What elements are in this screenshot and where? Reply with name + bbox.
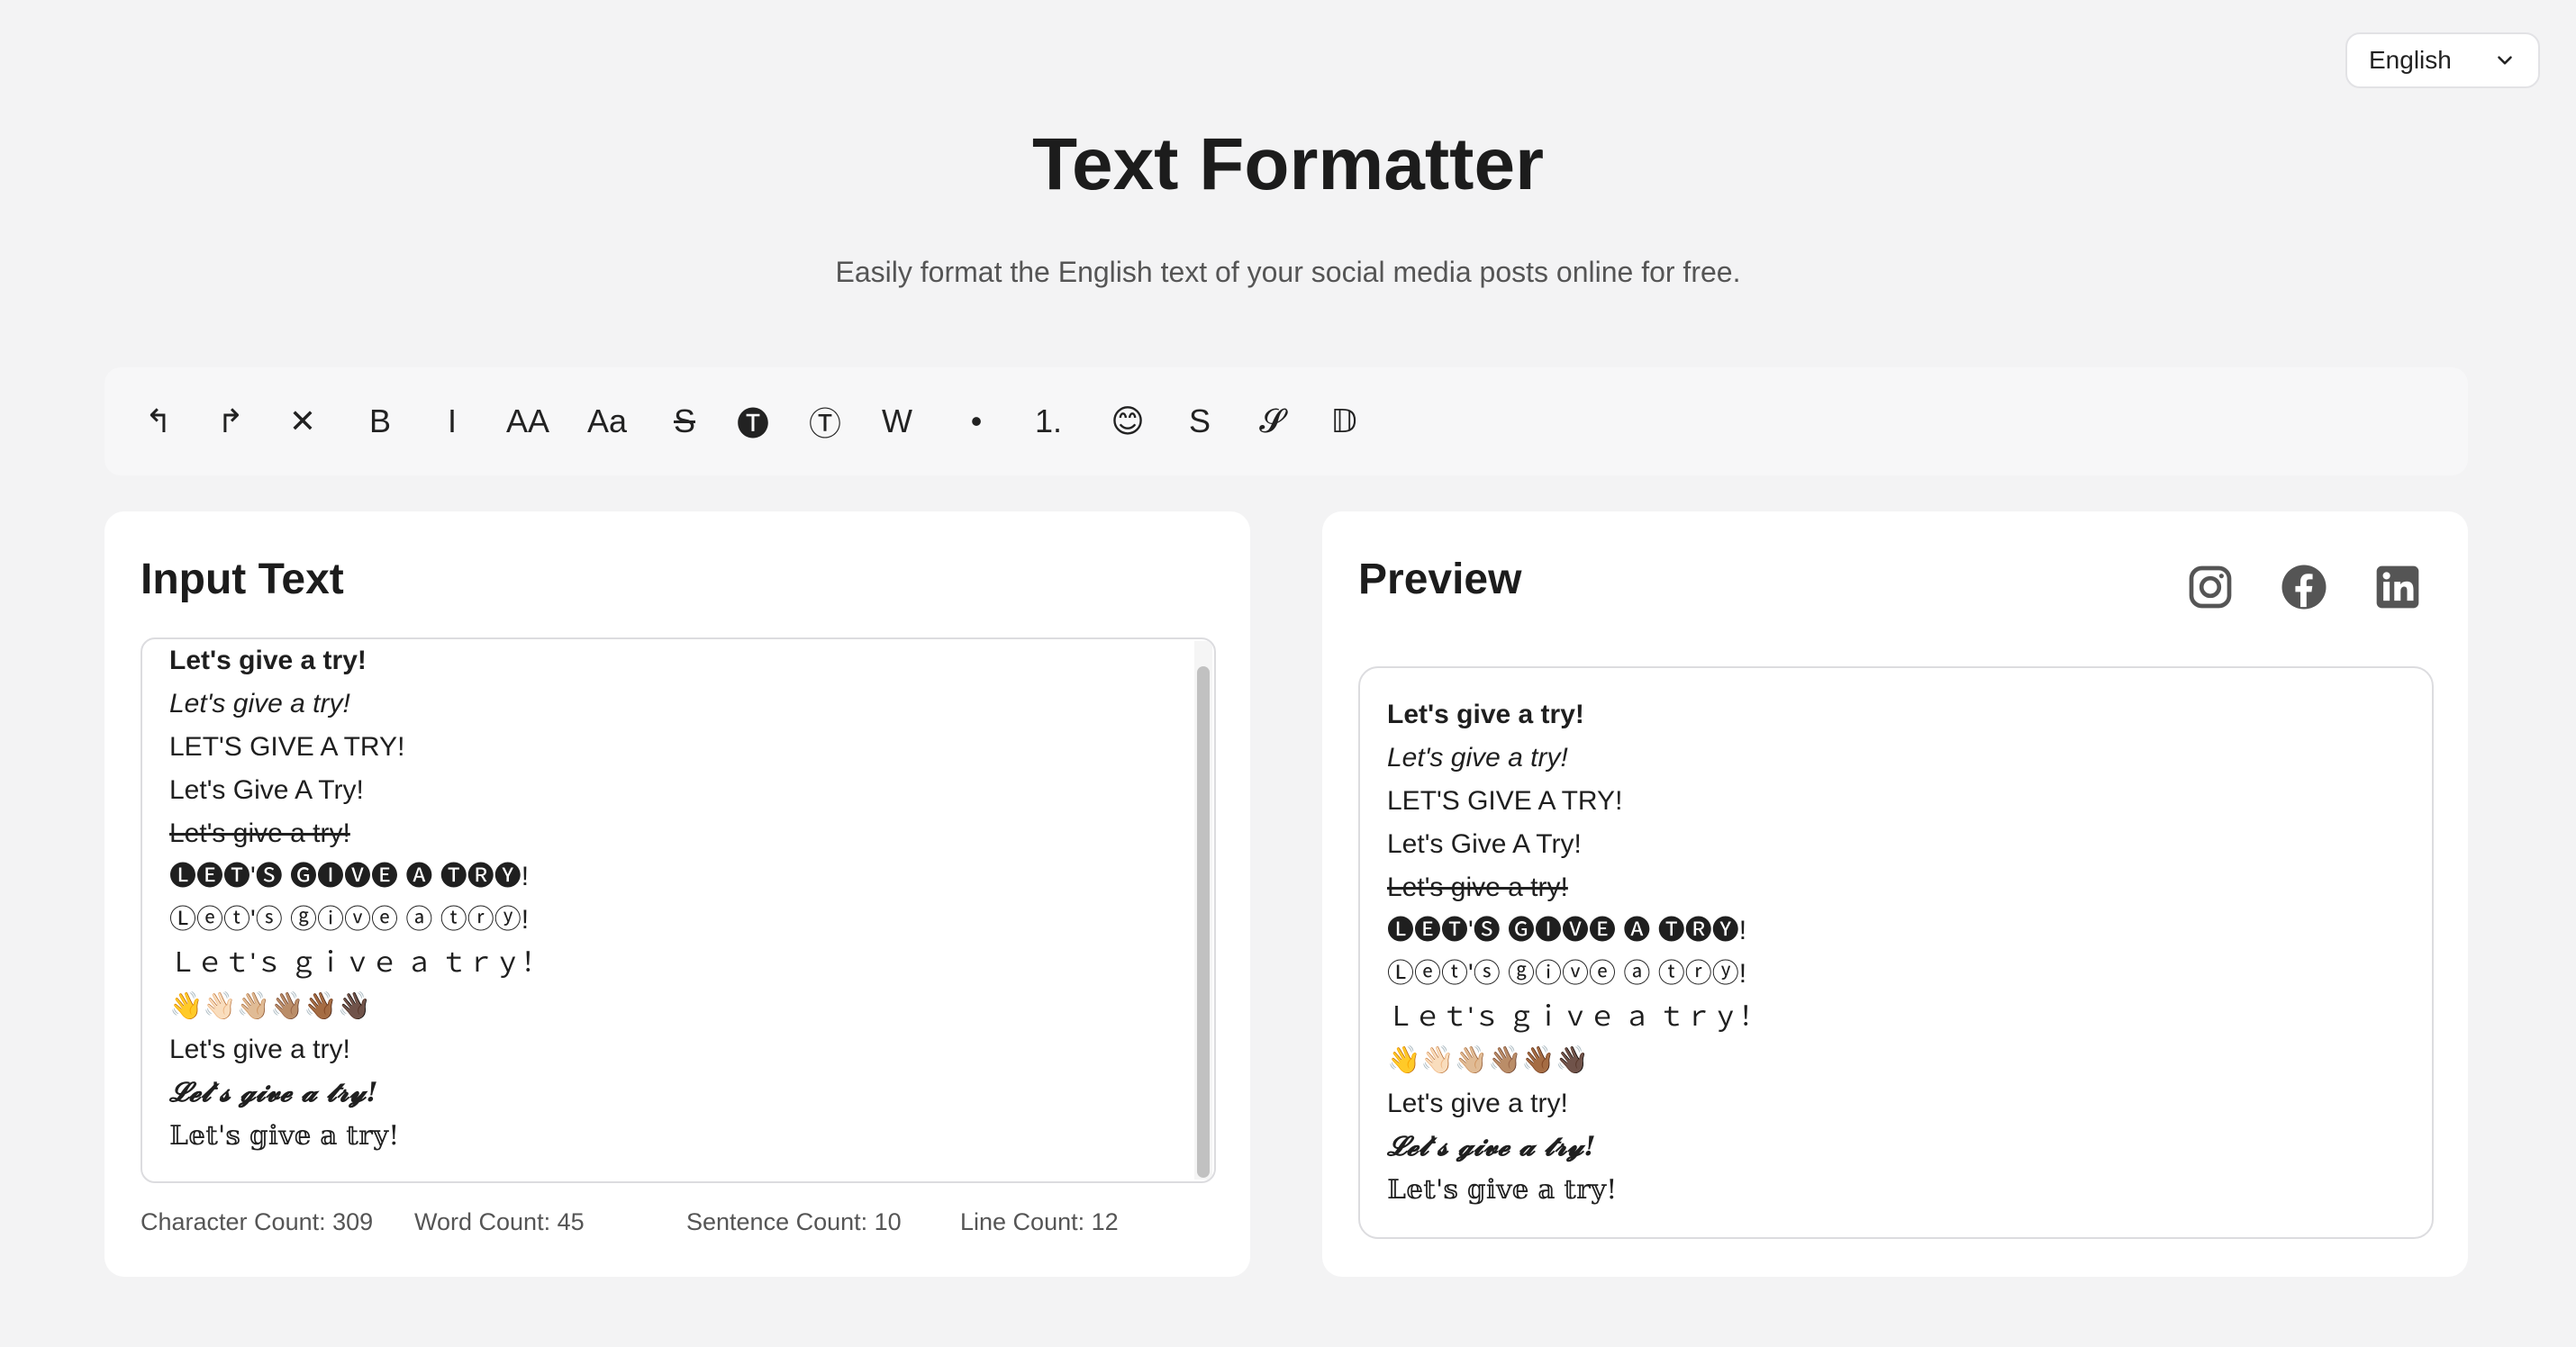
preview-line-italic: Let's give a try! [1387,743,1568,773]
preview-line-script: 𝓛𝓮𝓽'𝓼 𝓰𝓲𝓿𝓮 𝓪 𝓽𝓻𝔂! [1387,1131,1596,1162]
character-count: Character Count: 309 [141,1208,374,1235]
input-lines: Let's give a try! Let's give a try! LET'… [169,639,549,1158]
bold-button[interactable]: B [351,394,409,448]
instagram-icon [2189,565,2232,609]
bullet-icon: • [970,402,983,439]
preview-line-circled-filled: 🅛🅔🅣'🅢 🅖🅘🅥🅔 🅐 🅣🅡🅨! [1387,916,1747,945]
numbered-label: 1. [1034,402,1063,439]
linkedin-icon [2376,565,2419,609]
preview-line-emoji: 👋👋🏻👋🏼👋🏽👋🏾👋🏿 [1387,1045,1590,1075]
instagram-button[interactable] [2185,562,2236,612]
redo-icon: ↱ [216,402,245,439]
undo-icon: ↰ [144,402,173,439]
sans-label: S [1188,402,1211,439]
preview-line-circled: Ⓛⓔⓣ'ⓢ ⓖⓘⓥⓔ ⓐ ⓣⓡⓨ! [1387,959,1747,989]
sans-font-button[interactable]: S [1171,394,1229,448]
facebook-button[interactable] [2279,562,2329,612]
page-title: Text Formatter [1031,123,1545,205]
script-font-button[interactable]: 𝓢 [1243,394,1301,448]
preview-line-wide: Ｌｅｔ'ｓ ｇｉｖｅ ａ ｔｒｙ！ [1387,1002,1766,1032]
preview-line-strikethrough: Let's give a try! [1387,872,1568,902]
input-line-double-struck: 𝕃𝕖𝕥'𝕤 𝕘𝕚𝕧𝕖 𝕒 𝕥𝕣𝕪! [169,1120,400,1152]
preview-lines: Let's give a try! Let's give a try! LET'… [1387,693,1766,1212]
bold-label: B [368,402,391,439]
circled-filled-button[interactable]: 🅣 [724,394,782,448]
sentence-count: Sentence Count: 10 [686,1208,902,1235]
uppercase-label: AA [505,402,550,439]
wide-text-button[interactable]: W [868,394,926,448]
preview-line-double-struck: 𝕃𝕖𝕥'𝕤 𝕘𝕚𝕧𝕖 𝕒 𝕥𝕣𝕪! [1387,1174,1618,1206]
undo-button[interactable]: ↰ [130,394,187,448]
italic-label: I [447,402,457,439]
chevron-down-icon [2498,56,2512,65]
double-struck-label: 𝔻 [1330,402,1357,439]
preview-line-capitalized: Let's Give A Try! [1387,829,1582,859]
italic-button[interactable]: I [423,394,481,448]
uppercase-button[interactable]: AA [499,394,557,448]
circled-filled-icon: 🅣 [736,405,769,442]
format-toolbar: ↰ ↱ ✕ B I AA Aa S 🅣 Ⓣ W • 1. 😊 S 𝓢 𝔻 [104,367,2468,475]
facebook-icon [2281,565,2327,610]
strikethrough-label: S [673,402,695,439]
preview-card: Preview Let's give a try! Let's give a t… [1322,511,2468,1277]
preview-line-uppercase: LET'S GIVE A TRY! [1387,786,1623,816]
capitalize-label: Aa [586,402,628,439]
scrollbar-thumb[interactable] [1197,666,1210,1178]
input-line-circled: Ⓛⓔⓣ'ⓢ ⓖⓘⓥⓔ ⓐ ⓣⓡⓨ! [169,905,530,935]
numbered-list-button[interactable]: 1. [1020,394,1077,448]
wide-label: W [882,402,912,439]
redo-button[interactable]: ↱ [202,394,259,448]
line-count: Line Count: 12 [960,1208,1119,1235]
input-line-uppercase: LET'S GIVE A TRY! [169,732,405,762]
circled-outline-button[interactable]: Ⓣ [796,394,854,448]
preview-line-bold: Let's give a try! [1387,700,1584,729]
circled-outline-icon: Ⓣ [808,405,841,442]
language-select[interactable]: English [2345,32,2540,88]
smile-emoji-icon: 😊 [1111,402,1145,439]
linkedin-button[interactable] [2372,562,2423,612]
emoji-button[interactable]: 😊 [1099,394,1156,448]
input-line-emoji: 👋👋🏻👋🏼👋🏽👋🏾👋🏿 [169,991,372,1021]
capitalize-button[interactable]: Aa [578,394,636,448]
language-selected-label: English [2369,46,2452,74]
input-line-circled-filled: 🅛🅔🅣'🅢 🅖🅘🅥🅔 🅐 🅣🅡🅨! [169,862,530,891]
close-icon: ✕ [288,402,317,439]
preview-title: Preview [1358,556,1522,603]
word-count: Word Count: 45 [414,1208,585,1235]
page-subtitle: Easily format the English text of your s… [835,256,1741,288]
clear-button[interactable]: ✕ [274,394,331,448]
strikethrough-button[interactable]: S [656,394,713,448]
input-card: Input Text Let's give a try! Let's give … [104,511,1250,1277]
input-line-bold: Let's give a try! [169,646,367,675]
double-struck-button[interactable]: 𝔻 [1315,394,1373,448]
input-line-script: 𝓛𝓮𝓽'𝓼 𝓰𝓲𝓿𝓮 𝓪 𝓽𝓻𝔂! [169,1077,378,1108]
input-title: Input Text [141,556,344,603]
input-line-wide: Ｌｅｔ'ｓ ｇｉｖｅ ａ ｔｒｙ！ [169,948,549,978]
input-line-sans: Let's give a try! [169,1035,350,1064]
preview-line-sans: Let's give a try! [1387,1089,1568,1118]
input-textarea[interactable]: Let's give a try! Let's give a try! LET'… [141,637,1216,1183]
input-line-italic: Let's give a try! [169,689,350,719]
input-line-capitalized: Let's Give A Try! [169,775,364,805]
script-label: 𝓢 [1259,402,1284,439]
preview-box: Let's give a try! Let's give a try! LET'… [1358,666,2434,1239]
input-line-strikethrough: Let's give a try! [169,818,350,848]
bullet-list-button[interactable]: • [948,394,1005,448]
